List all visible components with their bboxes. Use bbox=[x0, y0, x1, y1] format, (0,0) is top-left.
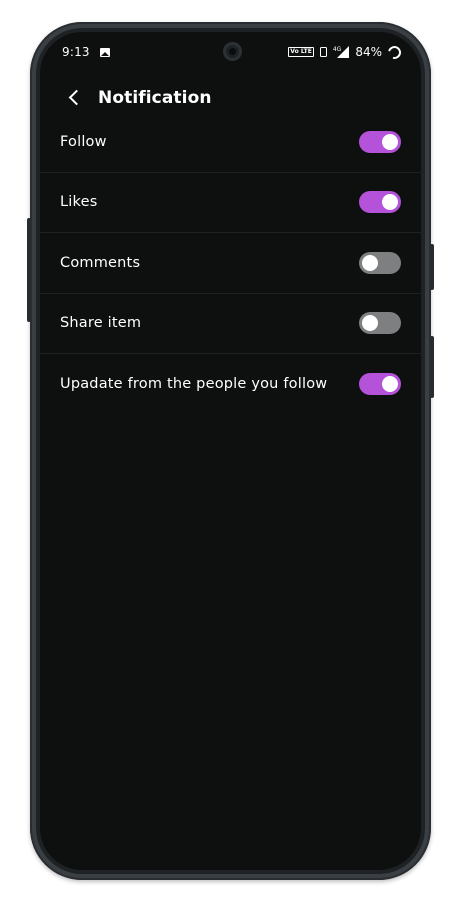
follow-toggle[interactable] bbox=[359, 130, 401, 153]
app-bar: Notification bbox=[40, 80, 421, 116]
toggle-knob bbox=[382, 133, 398, 150]
vibrate-icon bbox=[319, 47, 327, 57]
gallery-icon bbox=[99, 47, 110, 57]
setting-row-likes: Likes bbox=[40, 173, 421, 233]
phone-screen: 9:13 Vo LTE 4G 84% Notification Follow L… bbox=[40, 32, 421, 870]
setting-row-share-item: Share item bbox=[40, 294, 421, 354]
toggle-knob bbox=[362, 254, 378, 271]
comments-toggle[interactable] bbox=[359, 251, 401, 274]
status-time: 9:13 bbox=[62, 45, 90, 59]
setting-label: Share item bbox=[60, 315, 142, 332]
toggle-knob bbox=[382, 194, 398, 211]
phone-frame: 9:13 Vo LTE 4G 84% Notification Follow L… bbox=[30, 22, 431, 880]
setting-row-comments: Comments bbox=[40, 233, 421, 294]
setting-label: Upadate from the people you follow bbox=[60, 376, 328, 393]
status-left: 9:13 bbox=[62, 45, 110, 59]
share-item-toggle[interactable] bbox=[359, 312, 401, 335]
phone-bezel: 9:13 Vo LTE 4G 84% Notification Follow L… bbox=[36, 28, 425, 874]
back-arrow-icon[interactable] bbox=[60, 80, 96, 116]
setting-row-follow: Follow bbox=[40, 112, 421, 173]
toggle-knob bbox=[362, 315, 378, 332]
battery-icon bbox=[385, 43, 404, 61]
following-updates-toggle[interactable] bbox=[359, 373, 401, 396]
status-bar: 9:13 Vo LTE 4G 84% bbox=[62, 42, 404, 62]
toggle-knob bbox=[382, 376, 398, 393]
setting-row-following-updates: Upadate from the people you follow bbox=[40, 354, 421, 415]
setting-label: Comments bbox=[60, 254, 141, 271]
battery-percent: 84% bbox=[355, 45, 382, 59]
setting-label: Follow bbox=[60, 133, 107, 150]
device-stage: 9:13 Vo LTE 4G 84% Notification Follow L… bbox=[0, 0, 460, 900]
signal-icon bbox=[337, 46, 350, 58]
status-right: Vo LTE 4G 84% bbox=[288, 43, 404, 61]
setting-label: Likes bbox=[60, 194, 98, 211]
likes-toggle[interactable] bbox=[359, 191, 401, 214]
signal-group: 4G bbox=[333, 46, 350, 58]
settings-list: Follow Likes Comments Share item Upadate… bbox=[40, 112, 421, 415]
volte-icon: Vo LTE bbox=[288, 47, 314, 57]
page-title: Notification bbox=[98, 88, 212, 108]
